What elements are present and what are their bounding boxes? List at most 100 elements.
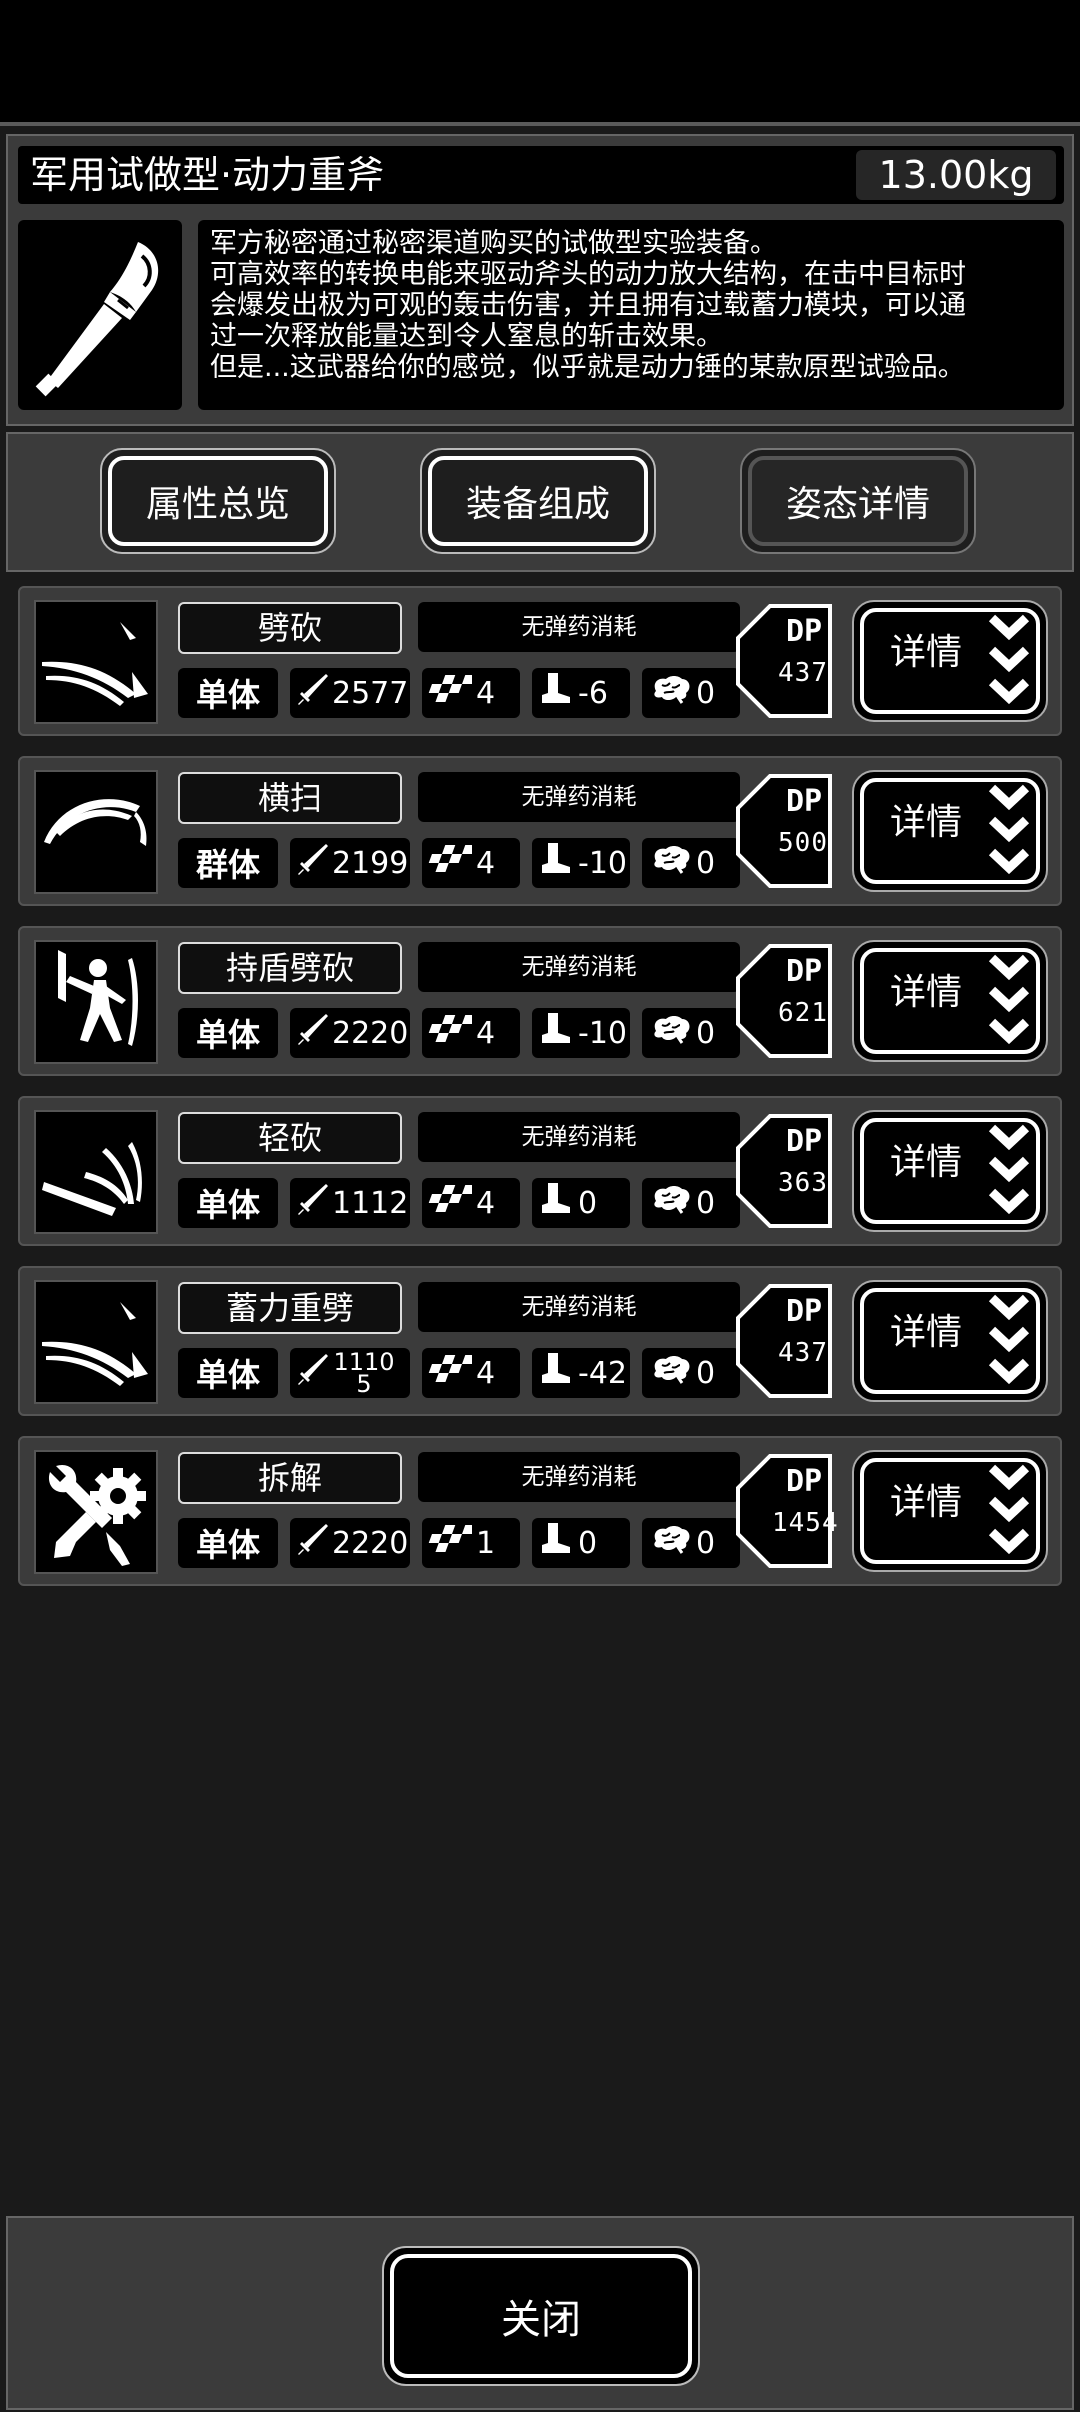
move-stat: 0 [532,1518,630,1568]
power-axe-icon [18,220,182,410]
detail-label: 详情 [890,1142,963,1183]
mental-value: 0 [696,1015,716,1051]
attack-value: 2220 [332,1015,409,1051]
attack-value: 2220 [332,1525,409,1561]
brain-icon [648,1013,692,1053]
dp-value: 363 [778,1168,828,1198]
target-type: 群体 [178,838,278,888]
speed-stat: 4 [422,838,520,888]
sword-icon [296,1182,330,1224]
detail-button[interactable]: 详情 [852,600,1048,722]
boot-icon [538,1181,574,1225]
speed-icon [428,1353,476,1393]
mental-stat: 0 [642,1008,740,1058]
speed-icon [428,1013,476,1053]
description-line: 会爆发出极为可观的轰击伤害，并且拥有过载蓄力模块，可以通 [210,290,966,321]
stance-row: 轻砍 无弹药消耗 单体 1112 4 0 0 DP 363 详情 [18,1096,1062,1246]
sword-icon [296,842,330,884]
detail-button[interactable]: 详情 [852,1110,1048,1232]
speed-icon [428,843,476,883]
speed-stat: 4 [422,1008,520,1058]
target-type-label: 单体 [195,1186,260,1224]
description-line: 过一次释放能量达到令人窒息的斩击效果。 [210,321,723,352]
stance-row: 蓄力重劈 无弹药消耗 单体 1110 5 4 -42 0 DP 437 详情 [18,1266,1062,1416]
move-stat: -42 [532,1348,630,1398]
detail-label: 详情 [890,632,963,673]
slash-icon [34,600,158,724]
speed-stat: 1 [422,1518,520,1568]
stance-name: 持盾劈砍 [178,942,402,994]
detail-label: 详情 [890,1482,963,1523]
detail-button[interactable]: 详情 [852,1450,1048,1572]
wrench-gear-icon [34,1450,158,1574]
target-type: 单体 [178,1348,278,1398]
brain-icon [648,1523,692,1563]
dp-value: 621 [778,998,828,1028]
mental-stat: 0 [642,1178,740,1228]
tab-stance-details[interactable]: 姿态详情 [740,448,976,554]
speed-value: 4 [476,1185,496,1221]
description-line: 可高效率的转换电能来驱动斧头的动力放大结构，在击中目标时 [210,259,966,290]
attack-stat: 2199 [290,838,410,888]
brain-icon [648,1183,692,1223]
ammo-consumption: 无弹药消耗 [418,942,740,992]
dp-value: 437 [778,1338,828,1368]
detail-button[interactable]: 详情 [852,770,1048,892]
attack-stat: 2220 [290,1518,410,1568]
target-type: 单体 [178,1008,278,1058]
dp-badge: DP 500 [734,772,834,890]
target-type: 单体 [178,1178,278,1228]
speed-stat: 4 [422,1348,520,1398]
detail-label: 详情 [890,1312,963,1353]
title-bar: 军用试做型·动力重斧 13.00kg [18,146,1064,204]
ammo-consumption: 无弹药消耗 [418,1112,740,1162]
description-line: 军方秘密通过秘密渠道购买的试做型实验装备。 [210,228,777,259]
stance-row: 劈砍 无弹药消耗 单体 2577 4 -6 0 DP 437 详情 [18,586,1062,736]
mental-value: 0 [696,675,716,711]
dp-value: 1454 [772,1508,839,1538]
dp-value: 437 [778,658,828,688]
boot-icon [538,1011,574,1055]
move-stat: -10 [532,838,630,888]
dp-value: 500 [778,828,828,858]
move-stat: -6 [532,668,630,718]
speed-icon [428,1523,476,1563]
tab-label: 姿态详情 [748,456,968,546]
target-type: 单体 [178,668,278,718]
tab-attribute-overview[interactable]: 属性总览 [100,448,336,554]
mental-value: 0 [696,1355,716,1391]
speed-value: 4 [476,1355,496,1391]
detail-button[interactable]: 详情 [852,940,1048,1062]
brain-icon [648,843,692,883]
item-weight: 13.00kg [856,150,1056,200]
target-type-label: 单体 [195,1356,260,1394]
dp-label: DP [785,1124,823,1159]
item-header: 军用试做型·动力重斧 13.00kg 军方秘密通过秘密渠道购买的试做型实验装备。… [6,134,1074,426]
ammo-consumption: 无弹药消耗 [418,772,740,822]
stance-name: 蓄力重劈 [178,1282,402,1334]
move-value: -10 [578,845,627,881]
speed-value: 1 [476,1525,496,1561]
speed-value: 4 [476,1015,496,1051]
tab-equipment-composition[interactable]: 装备组成 [420,448,656,554]
speed-icon [428,1183,476,1223]
detail-label: 详情 [890,972,963,1013]
dp-label: DP [785,1294,823,1329]
tab-label: 属性总览 [108,456,328,546]
detail-label: 详情 [890,802,963,843]
mental-stat: 0 [642,1518,740,1568]
stance-name: 劈砍 [178,602,402,654]
brain-icon [648,1353,692,1393]
mental-value: 0 [696,1525,716,1561]
dp-badge: DP 437 [734,1282,834,1400]
mental-stat: 0 [642,668,740,718]
dp-badge: DP 437 [734,602,834,720]
footer: 关闭 [6,2216,1074,2410]
move-stat: -10 [532,1008,630,1058]
boot-icon [538,1351,574,1395]
close-button[interactable]: 关闭 [382,2246,700,2386]
move-value: 0 [578,1185,598,1221]
detail-button[interactable]: 详情 [852,1280,1048,1402]
speed-stat: 4 [422,668,520,718]
speed-stat: 4 [422,1178,520,1228]
